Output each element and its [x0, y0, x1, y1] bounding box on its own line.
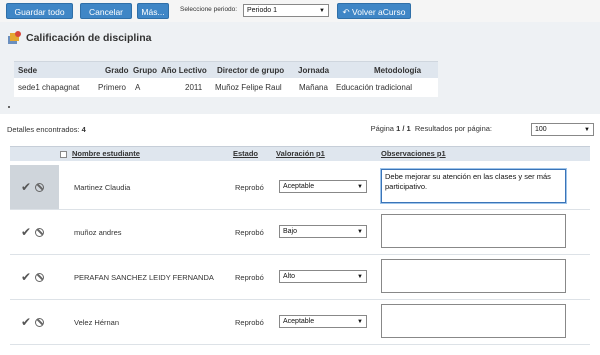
period-select[interactable]: Periodo 1 ▼: [243, 4, 329, 17]
info-jornada: Mañana: [299, 83, 328, 92]
students-grid: Nombre estudiante Estado Valoración p1 O…: [10, 146, 590, 355]
row-actions: ✔: [10, 300, 59, 344]
student-name: Velez Hérnan: [74, 318, 120, 327]
ban-icon[interactable]: [35, 273, 44, 282]
header-observaciones[interactable]: Observaciones p1: [381, 149, 446, 158]
valoracion-select[interactable]: Bajo ▼: [279, 225, 367, 238]
caret-down-icon: ▼: [319, 8, 325, 14]
observaciones-textarea[interactable]: [381, 214, 566, 248]
info-header-metodologia: Metodología: [374, 66, 422, 75]
info-header-jornada: Jornada: [298, 66, 330, 75]
valoracion-select[interactable]: Aceptable ▼: [279, 180, 367, 193]
info-header-director: Director de grupo: [217, 66, 285, 75]
cancel-button[interactable]: Cancelar: [80, 3, 132, 19]
page-title: Calificación de disciplina: [26, 32, 152, 44]
check-icon[interactable]: ✔: [21, 180, 31, 194]
period-label: Seleccione periodo:: [180, 6, 238, 13]
divider-dot: [8, 106, 10, 108]
back-to-course-button[interactable]: ↶ Volver aCurso: [337, 3, 411, 19]
student-estado: Reprobó: [235, 183, 264, 192]
table-row: ✔ PERAFAN SANCHEZ LEIDY FERNANDA Reprobó…: [10, 255, 590, 300]
info-metodologia: Educación tradicional: [336, 83, 413, 92]
per-page-select[interactable]: 100 ▼: [531, 123, 594, 136]
info-header-ano: Año Lectivo: [161, 66, 207, 75]
student-name: muñoz andres: [74, 228, 122, 237]
valoracion-select[interactable]: Alto ▼: [279, 270, 367, 283]
caret-down-icon: ▼: [357, 319, 363, 325]
results-found: Detalles encontrados: 4: [7, 125, 86, 134]
toolbar: Guardar todo Cancelar Más... Seleccione …: [0, 0, 600, 22]
valoracion-select[interactable]: Aceptable ▼: [279, 315, 367, 328]
valoracion-value: Alto: [283, 273, 296, 280]
page-total: 1: [406, 124, 411, 133]
info-header-grupo: Grupo: [133, 66, 157, 75]
ban-icon[interactable]: [35, 228, 44, 237]
row-actions: ✔: [10, 210, 59, 254]
info-director: Muñoz Felipe Raul: [215, 83, 282, 92]
per-page-label: Resultados por página:: [414, 124, 492, 133]
valoracion-value: Bajo: [283, 228, 298, 235]
valoracion-value: Aceptable: [283, 318, 315, 325]
row-actions: ✔: [10, 165, 59, 209]
page-current: 1: [396, 124, 401, 133]
ban-icon[interactable]: [35, 318, 44, 327]
caret-down-icon: ▼: [357, 184, 363, 190]
student-estado: Reprobó: [235, 273, 264, 282]
caret-down-icon: ▼: [357, 274, 363, 280]
header-nombre[interactable]: Nombre estudiante: [72, 149, 140, 158]
check-icon[interactable]: ✔: [21, 270, 31, 284]
pager-bar: Detalles encontrados: 4 Página 1 / 1 Res…: [0, 120, 600, 138]
info-header-sede: Sede: [18, 66, 38, 75]
observaciones-textarea[interactable]: [381, 259, 566, 293]
info-sede: sede1 chapagnat: [18, 83, 80, 92]
student-name: PERAFAN SANCHEZ LEIDY FERNANDA: [74, 273, 214, 282]
save-all-button[interactable]: Guardar todo: [6, 3, 73, 19]
observaciones-textarea[interactable]: Debe mejorar su atención en las clases y…: [381, 169, 566, 203]
discipline-icon: [8, 31, 21, 44]
info-grupo: A: [135, 83, 141, 92]
check-icon[interactable]: ✔: [21, 315, 31, 329]
caret-down-icon: ▼: [357, 229, 363, 235]
student-estado: Reprobó: [235, 228, 264, 237]
table-row: ✔ Martinez Claudia Reprobó Aceptable ▼ D…: [10, 165, 590, 210]
grid-header: Nombre estudiante Estado Valoración p1 O…: [10, 146, 590, 161]
per-page-value: 100: [535, 126, 547, 133]
select-all-checkbox[interactable]: [60, 151, 67, 158]
page-separator: /: [402, 124, 405, 133]
caret-down-icon: ▼: [584, 127, 590, 133]
back-to-course-label: Volver aCurso: [352, 7, 406, 17]
header-estado[interactable]: Estado: [233, 149, 258, 158]
header-valoracion[interactable]: Valoración p1: [276, 149, 325, 158]
results-found-label: Detalles encontrados:: [7, 125, 80, 134]
info-table-row: sede1 chapagnat Primero A 2011 Muñoz Fel…: [14, 78, 438, 97]
info-table-header: Sede Grado Grupo Año Lectivo Director de…: [14, 61, 438, 78]
results-found-count: 4: [81, 125, 86, 134]
page-indicator: Página 1 / 1 Resultados por página:: [371, 124, 492, 133]
page-word: Página: [370, 124, 394, 133]
student-name: Martinez Claudia: [74, 183, 131, 192]
table-row: ✔ muñoz andres Reprobó Bajo ▼: [10, 210, 590, 255]
info-grado: Primero: [98, 83, 127, 92]
info-ano: 2011: [185, 83, 203, 92]
table-row: ✔ Velez Hérnan Reprobó Aceptable ▼: [10, 300, 590, 345]
period-select-value: Periodo 1: [247, 7, 277, 14]
more-button[interactable]: Más...: [137, 3, 169, 19]
valoracion-value: Aceptable: [283, 183, 315, 190]
observaciones-textarea[interactable]: [381, 304, 566, 338]
ban-icon[interactable]: [35, 183, 44, 192]
row-actions: ✔: [10, 255, 59, 299]
back-arrow-icon: ↶: [342, 7, 350, 17]
check-icon[interactable]: ✔: [21, 225, 31, 239]
info-header-grado: Grado: [105, 66, 129, 75]
student-estado: Reprobó: [235, 318, 264, 327]
